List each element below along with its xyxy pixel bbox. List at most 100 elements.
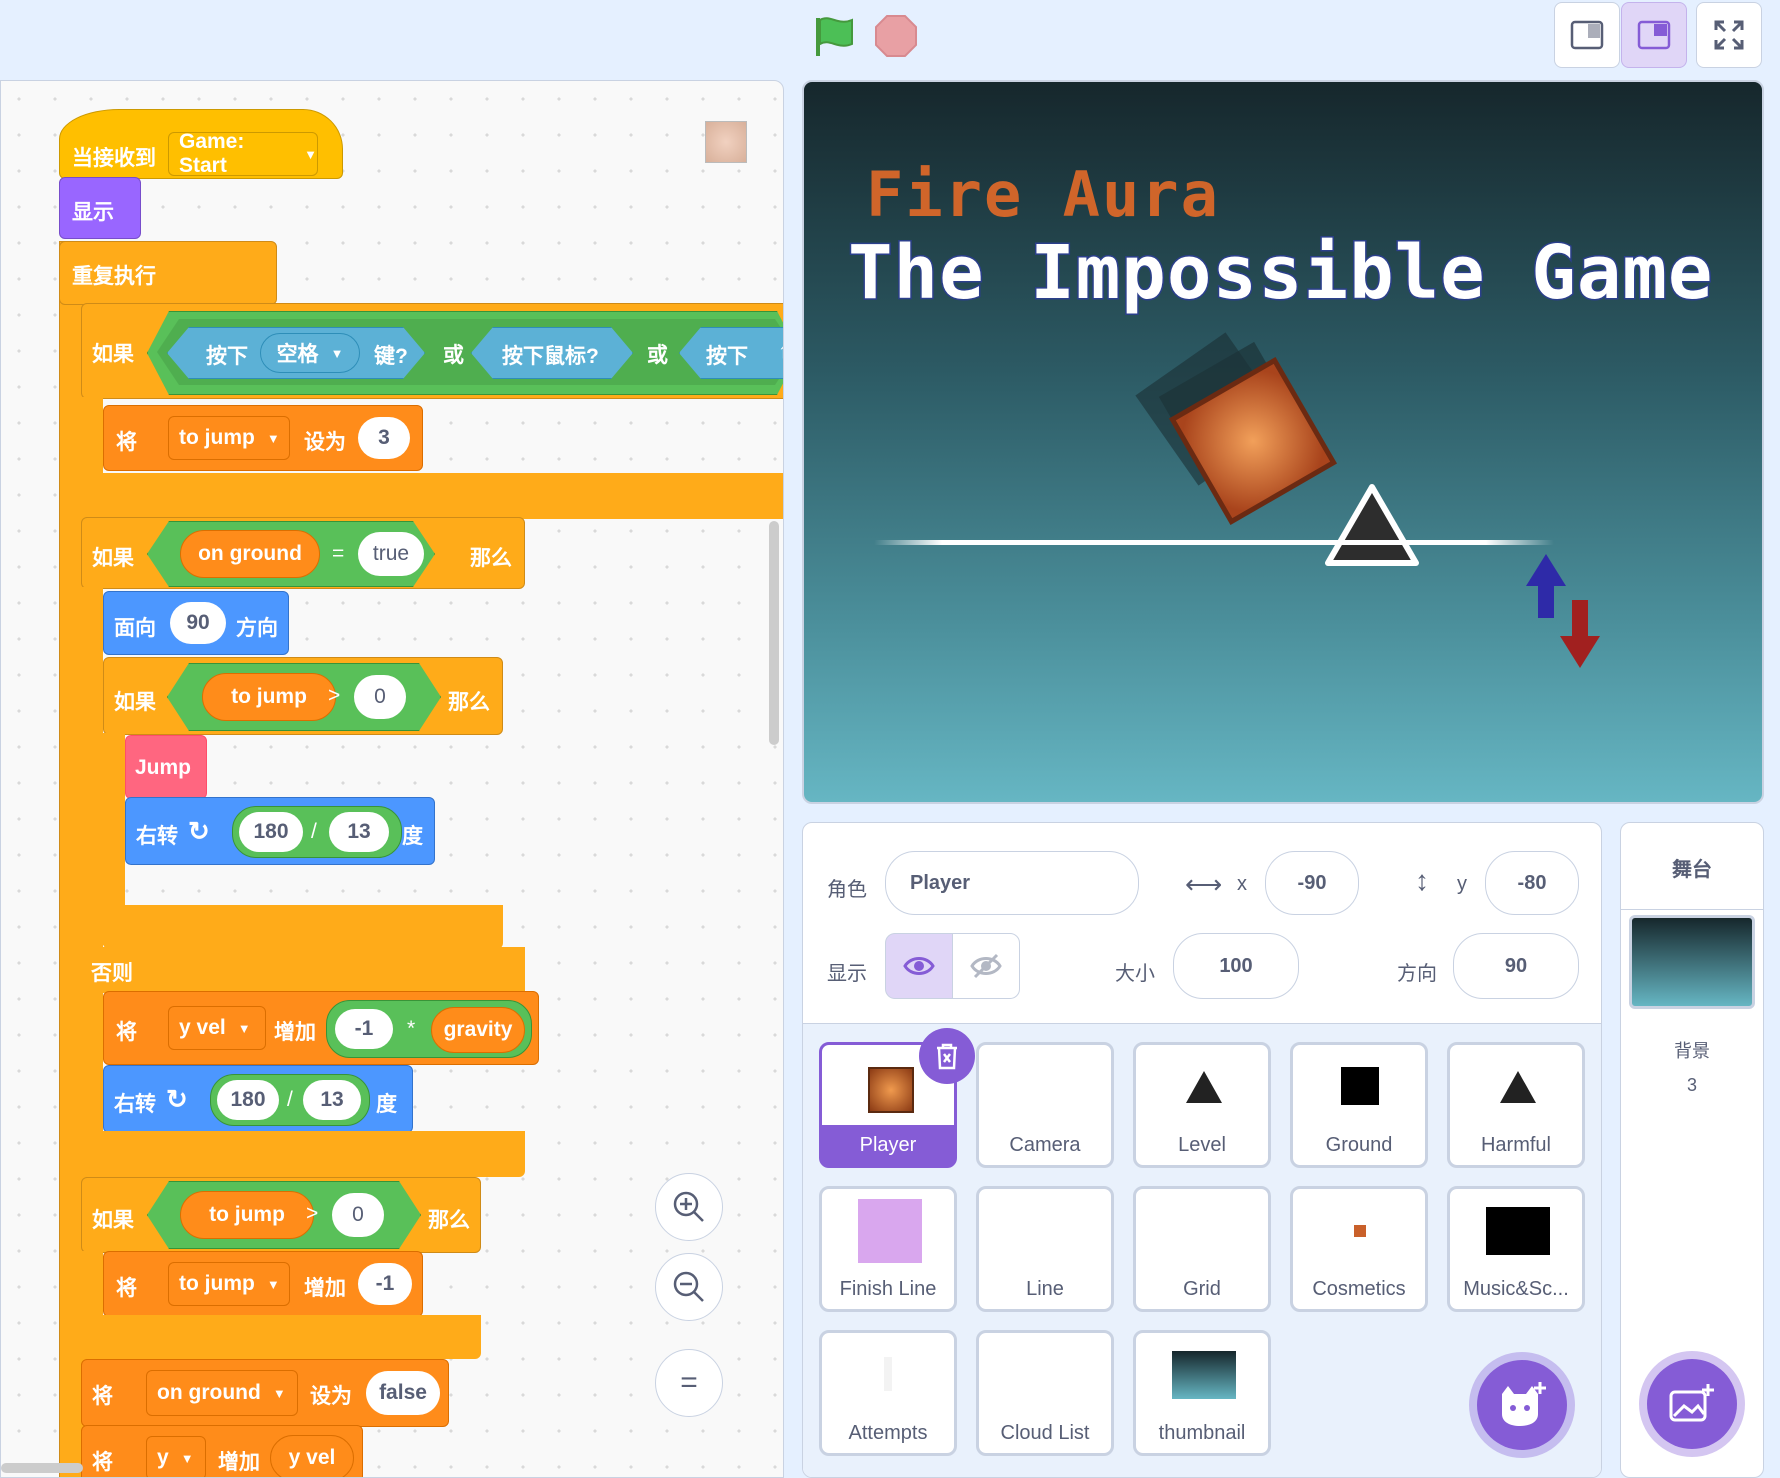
cat-plus-icon	[1502, 1382, 1546, 1426]
equals-operator[interactable]: on ground = true	[147, 521, 435, 587]
sprite-corner-thumbnail	[705, 121, 747, 163]
equals-sign: =	[332, 542, 345, 565]
stage-panel[interactable]: 舞台 背景 3	[1620, 822, 1764, 1478]
sprite-tile-music[interactable]: Music&Sc...	[1447, 1186, 1585, 1312]
backdrop-thumbnail[interactable]	[1629, 915, 1755, 1009]
delete-sprite-button[interactable]	[919, 1028, 975, 1084]
set-variable-block[interactable]: 将 on ground ▼ 设为 false	[81, 1359, 449, 1427]
sprite-tile-camera[interactable]: Camera	[976, 1042, 1114, 1168]
variable-dropdown[interactable]: to jump ▼	[168, 1262, 290, 1306]
y-vel-reporter[interactable]: y vel	[270, 1435, 354, 1477]
normal-stage-icon	[1637, 20, 1671, 50]
horizontal-scrollbar[interactable]	[1, 1463, 83, 1473]
mouse-down-sensing[interactable]: 按下鼠标?	[471, 327, 633, 379]
mouse-down-label: 按下鼠标?	[502, 345, 599, 368]
sprite-name: Line	[1026, 1278, 1064, 1300]
eye-slash-icon	[970, 953, 1002, 979]
multiply-a-input[interactable]: -1	[335, 1009, 393, 1049]
true-input[interactable]: true	[358, 532, 424, 576]
zoom-out-button[interactable]	[655, 1253, 723, 1321]
zero-input[interactable]: 0	[332, 1193, 384, 1237]
divide-a-input[interactable]: 180	[217, 1080, 279, 1120]
value-input[interactable]: false	[366, 1371, 440, 1415]
direction-input[interactable]: 90	[1453, 933, 1579, 999]
key-pressed-sensing[interactable]: 按下 空格 ▼ 键?	[167, 327, 425, 379]
show-block[interactable]: 显示	[59, 177, 141, 239]
zoom-reset-button[interactable]: =	[655, 1349, 723, 1417]
variable-dropdown[interactable]: y vel ▼	[168, 1006, 266, 1050]
vertical-scrollbar[interactable]	[769, 521, 779, 745]
value-input[interactable]: 3	[358, 417, 410, 459]
zoom-in-button[interactable]	[655, 1173, 723, 1241]
sprite-tile-line[interactable]: Line	[976, 1186, 1114, 1312]
message-value: Game: Start	[179, 130, 245, 177]
change-variable-block[interactable]: 将 to jump ▼ 增加 -1	[103, 1251, 423, 1317]
green-flag-icon[interactable]	[810, 12, 858, 60]
on-ground-reporter[interactable]: on ground	[180, 530, 320, 578]
if-2-bottom	[81, 1131, 525, 1177]
divide-operator[interactable]: 180 / 13	[210, 1074, 370, 1126]
show-toggle-hidden[interactable]	[952, 933, 1020, 999]
multiply-sign: *	[407, 1017, 416, 1040]
small-stage-button[interactable]	[1554, 2, 1620, 68]
then-label: 那么	[448, 691, 490, 714]
greater-than-operator[interactable]: to jump > 0	[147, 1181, 421, 1249]
sprite-name-input[interactable]: Player	[885, 851, 1139, 915]
show-toggle-visible[interactable]	[885, 933, 953, 999]
set-variable-block[interactable]: 将 to jump ▼ 设为 3	[103, 405, 423, 471]
fullscreen-button[interactable]	[1696, 2, 1762, 68]
variable-dropdown[interactable]: y ▼	[146, 1436, 206, 1477]
key-pressed-sensing-2[interactable]: 按下 ↑	[679, 327, 784, 379]
point-in-direction-block[interactable]: 面向 90 方向	[103, 591, 289, 655]
direction-input[interactable]: 90	[170, 602, 226, 644]
to-jump-reporter[interactable]: to jump	[202, 673, 336, 721]
sprite-tile-cosmetics[interactable]: Cosmetics	[1290, 1186, 1428, 1312]
backdrops-count: 3	[1686, 1075, 1697, 1095]
sprite-tile-grid[interactable]: Grid	[1133, 1186, 1271, 1312]
change-variable-block[interactable]: 将 y vel ▼ 增加 -1 * gravity	[103, 991, 539, 1065]
sprite-tile-attempts[interactable]: Attempts	[819, 1330, 957, 1456]
stage[interactable]: Fire Aura The Impossible Game	[802, 80, 1764, 804]
greater-than-operator[interactable]: to jump > 0	[167, 663, 441, 731]
sprite-tile-level[interactable]: Level	[1133, 1042, 1271, 1168]
gravity-reporter[interactable]: gravity	[431, 1007, 525, 1053]
size-input[interactable]: 100	[1173, 933, 1299, 999]
normal-stage-button[interactable]	[1621, 2, 1687, 68]
y-input[interactable]: -80	[1485, 851, 1579, 915]
divide-sign: /	[287, 1088, 293, 1111]
x-input[interactable]: -90	[1265, 851, 1359, 915]
backdrops-label: 背景	[1674, 1041, 1710, 1061]
turn-right-block-1[interactable]: 右转 ↻ 180 / 13 度	[125, 797, 435, 865]
sprite-tile-cloud-list[interactable]: Cloud List	[976, 1330, 1114, 1456]
rotate-right-icon: ↻	[188, 816, 210, 846]
choose-backdrop-button[interactable]	[1647, 1359, 1737, 1449]
divide-a-input[interactable]: 180	[239, 812, 303, 852]
divide-b-input[interactable]: 13	[329, 812, 389, 852]
music-thumbnail	[1486, 1207, 1550, 1255]
set-label: 将	[116, 431, 137, 454]
to-jump-reporter[interactable]: to jump	[180, 1191, 314, 1239]
variable-dropdown[interactable]: to jump ▼	[168, 416, 290, 460]
zero-input[interactable]: 0	[354, 675, 406, 719]
change-variable-block[interactable]: 将 y ▼ 增加 y vel	[81, 1425, 363, 1477]
code-area[interactable]: 当接收到 Game: Start ▼ 显示 重复执行 如果 按下 空格 ▼ 键? 或…	[0, 80, 784, 1478]
jump-label: Jump	[135, 756, 192, 779]
sprite-tile-ground[interactable]: Ground	[1290, 1042, 1428, 1168]
else-section: 否则	[81, 947, 525, 993]
value-input[interactable]: -1	[358, 1263, 412, 1305]
stop-icon[interactable]	[874, 14, 918, 58]
message-dropdown[interactable]: Game: Start ▼	[168, 130, 318, 177]
sprite-tile-thumbnail[interactable]: thumbnail	[1133, 1330, 1271, 1456]
sprite-tile-finish-line[interactable]: Finish Line	[819, 1186, 957, 1312]
when-receive-hat-block[interactable]: 当接收到 Game: Start ▼	[59, 109, 343, 179]
multiply-operator[interactable]: -1 * gravity	[326, 1000, 532, 1058]
jump-custom-block[interactable]: Jump	[125, 735, 207, 799]
divide-operator[interactable]: 180 / 13	[232, 806, 402, 858]
variable-dropdown[interactable]: on ground ▼	[146, 1370, 298, 1416]
turn-right-block-2[interactable]: 右转 ↻ 180 / 13 度	[103, 1065, 413, 1133]
divide-b-input[interactable]: 13	[303, 1080, 361, 1120]
choose-sprite-button[interactable]	[1477, 1360, 1567, 1450]
sprite-tile-harmful[interactable]: Harmful	[1447, 1042, 1585, 1168]
key-dropdown[interactable]: 空格 ▼	[260, 333, 360, 373]
forever-block[interactable]: 重复执行	[59, 241, 277, 305]
